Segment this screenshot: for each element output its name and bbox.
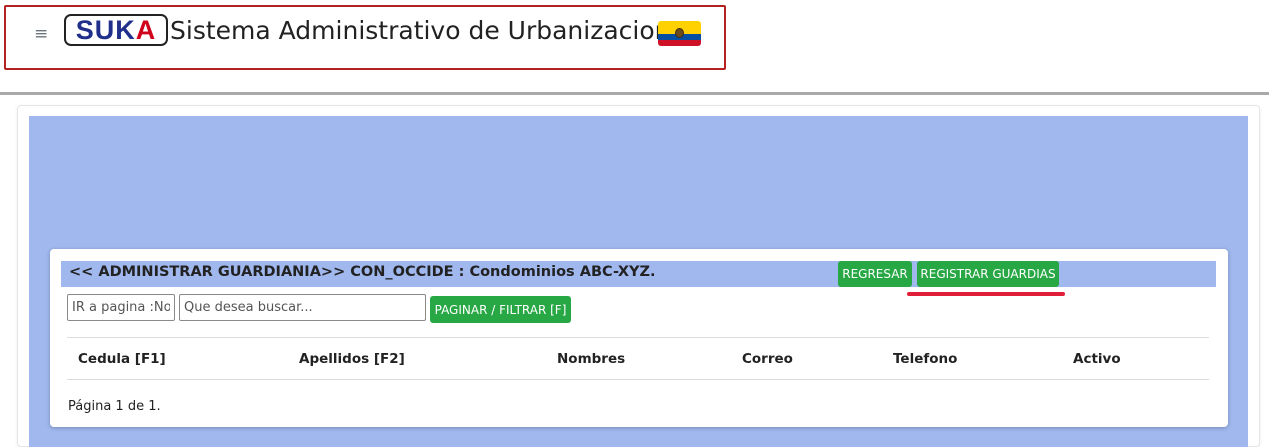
suka-logo: SUK A [64,14,168,46]
regresar-button[interactable]: REGRESAR [838,261,912,287]
column-header-apellidos[interactable]: Apellidos [F2] [299,350,405,368]
registrar-guardias-button[interactable]: REGISTRAR GUARDIAS [917,261,1059,287]
search-input[interactable] [179,294,426,321]
table-header-bottom-border [67,379,1209,380]
column-header-activo: Activo [1073,351,1121,367]
column-header-nombres: Nombres [557,351,626,367]
logo-text-accent: A [135,14,157,45]
header-divider [0,92,1269,95]
column-header-correo: Correo [742,351,793,367]
hamburger-icon[interactable]: ≡ [34,22,56,46]
highlight-underline [907,292,1065,296]
pagination-status: Página 1 de 1. [68,399,161,414]
ecuador-flag-icon [658,21,701,46]
column-header-telefono: Telefono [893,351,958,367]
paginar-filtrar-button[interactable]: PAGINAR / FILTRAR [F] [430,296,571,323]
table-header-top-border [67,337,1209,338]
app-title: Sistema Administrativo de Urbanizaciones [170,16,699,45]
page-number-input[interactable] [67,294,175,321]
column-header-cedula[interactable]: Cedula [F1] [78,350,166,368]
page-title: << ADMINISTRAR GUARDIANIA>> CON_OCCIDE :… [69,264,656,280]
logo-text-main: SUK [75,14,136,45]
